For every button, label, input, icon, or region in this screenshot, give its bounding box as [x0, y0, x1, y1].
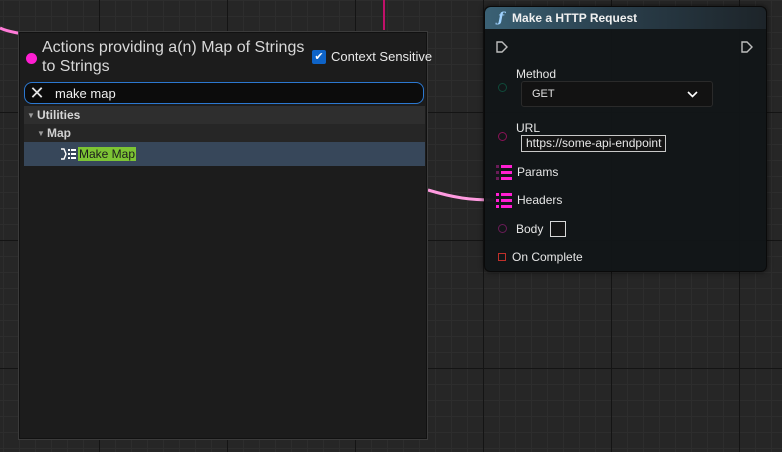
chevron-down-icon[interactable]: [687, 90, 698, 98]
make-map-icon: [61, 148, 76, 160]
context-sensitive-toggle[interactable]: ✔ Context Sensitive: [312, 49, 432, 64]
body-pin-icon[interactable]: [498, 224, 507, 233]
category-label: Utilities: [37, 108, 81, 122]
exec-input-pin-icon[interactable]: [496, 41, 508, 53]
headers-label: Headers: [517, 193, 563, 207]
action-menu: Actions providing a(n) Map of Strings to…: [18, 31, 432, 440]
params-map-pin-icon[interactable]: [496, 165, 512, 180]
node-title: Make a HTTP Request: [512, 11, 638, 25]
action-tree: ▼ Utilities ▼ Map Make Map: [24, 106, 425, 166]
context-sensitive-label: Context Sensitive: [331, 49, 433, 64]
function-icon: ƒ: [498, 10, 505, 26]
collapse-triangle-icon[interactable]: ▼: [27, 111, 37, 120]
params-label: Params: [517, 165, 559, 179]
clear-search-icon[interactable]: ✕: [25, 83, 49, 103]
exec-output-pin-icon[interactable]: [741, 41, 753, 53]
http-request-node[interactable]: ƒ Make a HTTP Request Method GET URL htt…: [484, 6, 767, 272]
on-complete-delegate-pin-icon[interactable]: [498, 253, 506, 261]
body-input[interactable]: [550, 221, 566, 237]
method-label: Method: [516, 67, 557, 81]
method-pin-icon[interactable]: [498, 83, 507, 92]
search-box[interactable]: ✕: [24, 82, 424, 104]
tree-category-map[interactable]: ▼ Map: [24, 124, 425, 142]
method-value: GET: [532, 88, 555, 100]
body-label: Body: [516, 222, 544, 236]
subcategory-label: Map: [47, 126, 71, 140]
tree-category-utilities[interactable]: ▼ Utilities: [24, 106, 425, 124]
search-input[interactable]: [55, 85, 415, 101]
node-header[interactable]: ƒ Make a HTTP Request: [485, 7, 766, 29]
headers-map-pin-icon[interactable]: [496, 193, 512, 208]
menu-title: Actions providing a(n) Map of Strings to…: [42, 39, 305, 75]
method-dropdown[interactable]: GET: [521, 81, 713, 107]
on-complete-label: On Complete: [512, 250, 583, 264]
url-label: URL: [516, 121, 541, 135]
url-input[interactable]: https://some-api-endpoint: [521, 135, 667, 152]
action-item-make-map[interactable]: Make Map: [24, 142, 425, 166]
checkmark-icon[interactable]: ✔: [312, 49, 326, 64]
action-item-label: Make Map: [78, 147, 137, 161]
map-pin-icon: [26, 53, 37, 64]
collapse-triangle-icon[interactable]: ▼: [37, 129, 47, 138]
url-pin-icon[interactable]: [498, 132, 507, 141]
